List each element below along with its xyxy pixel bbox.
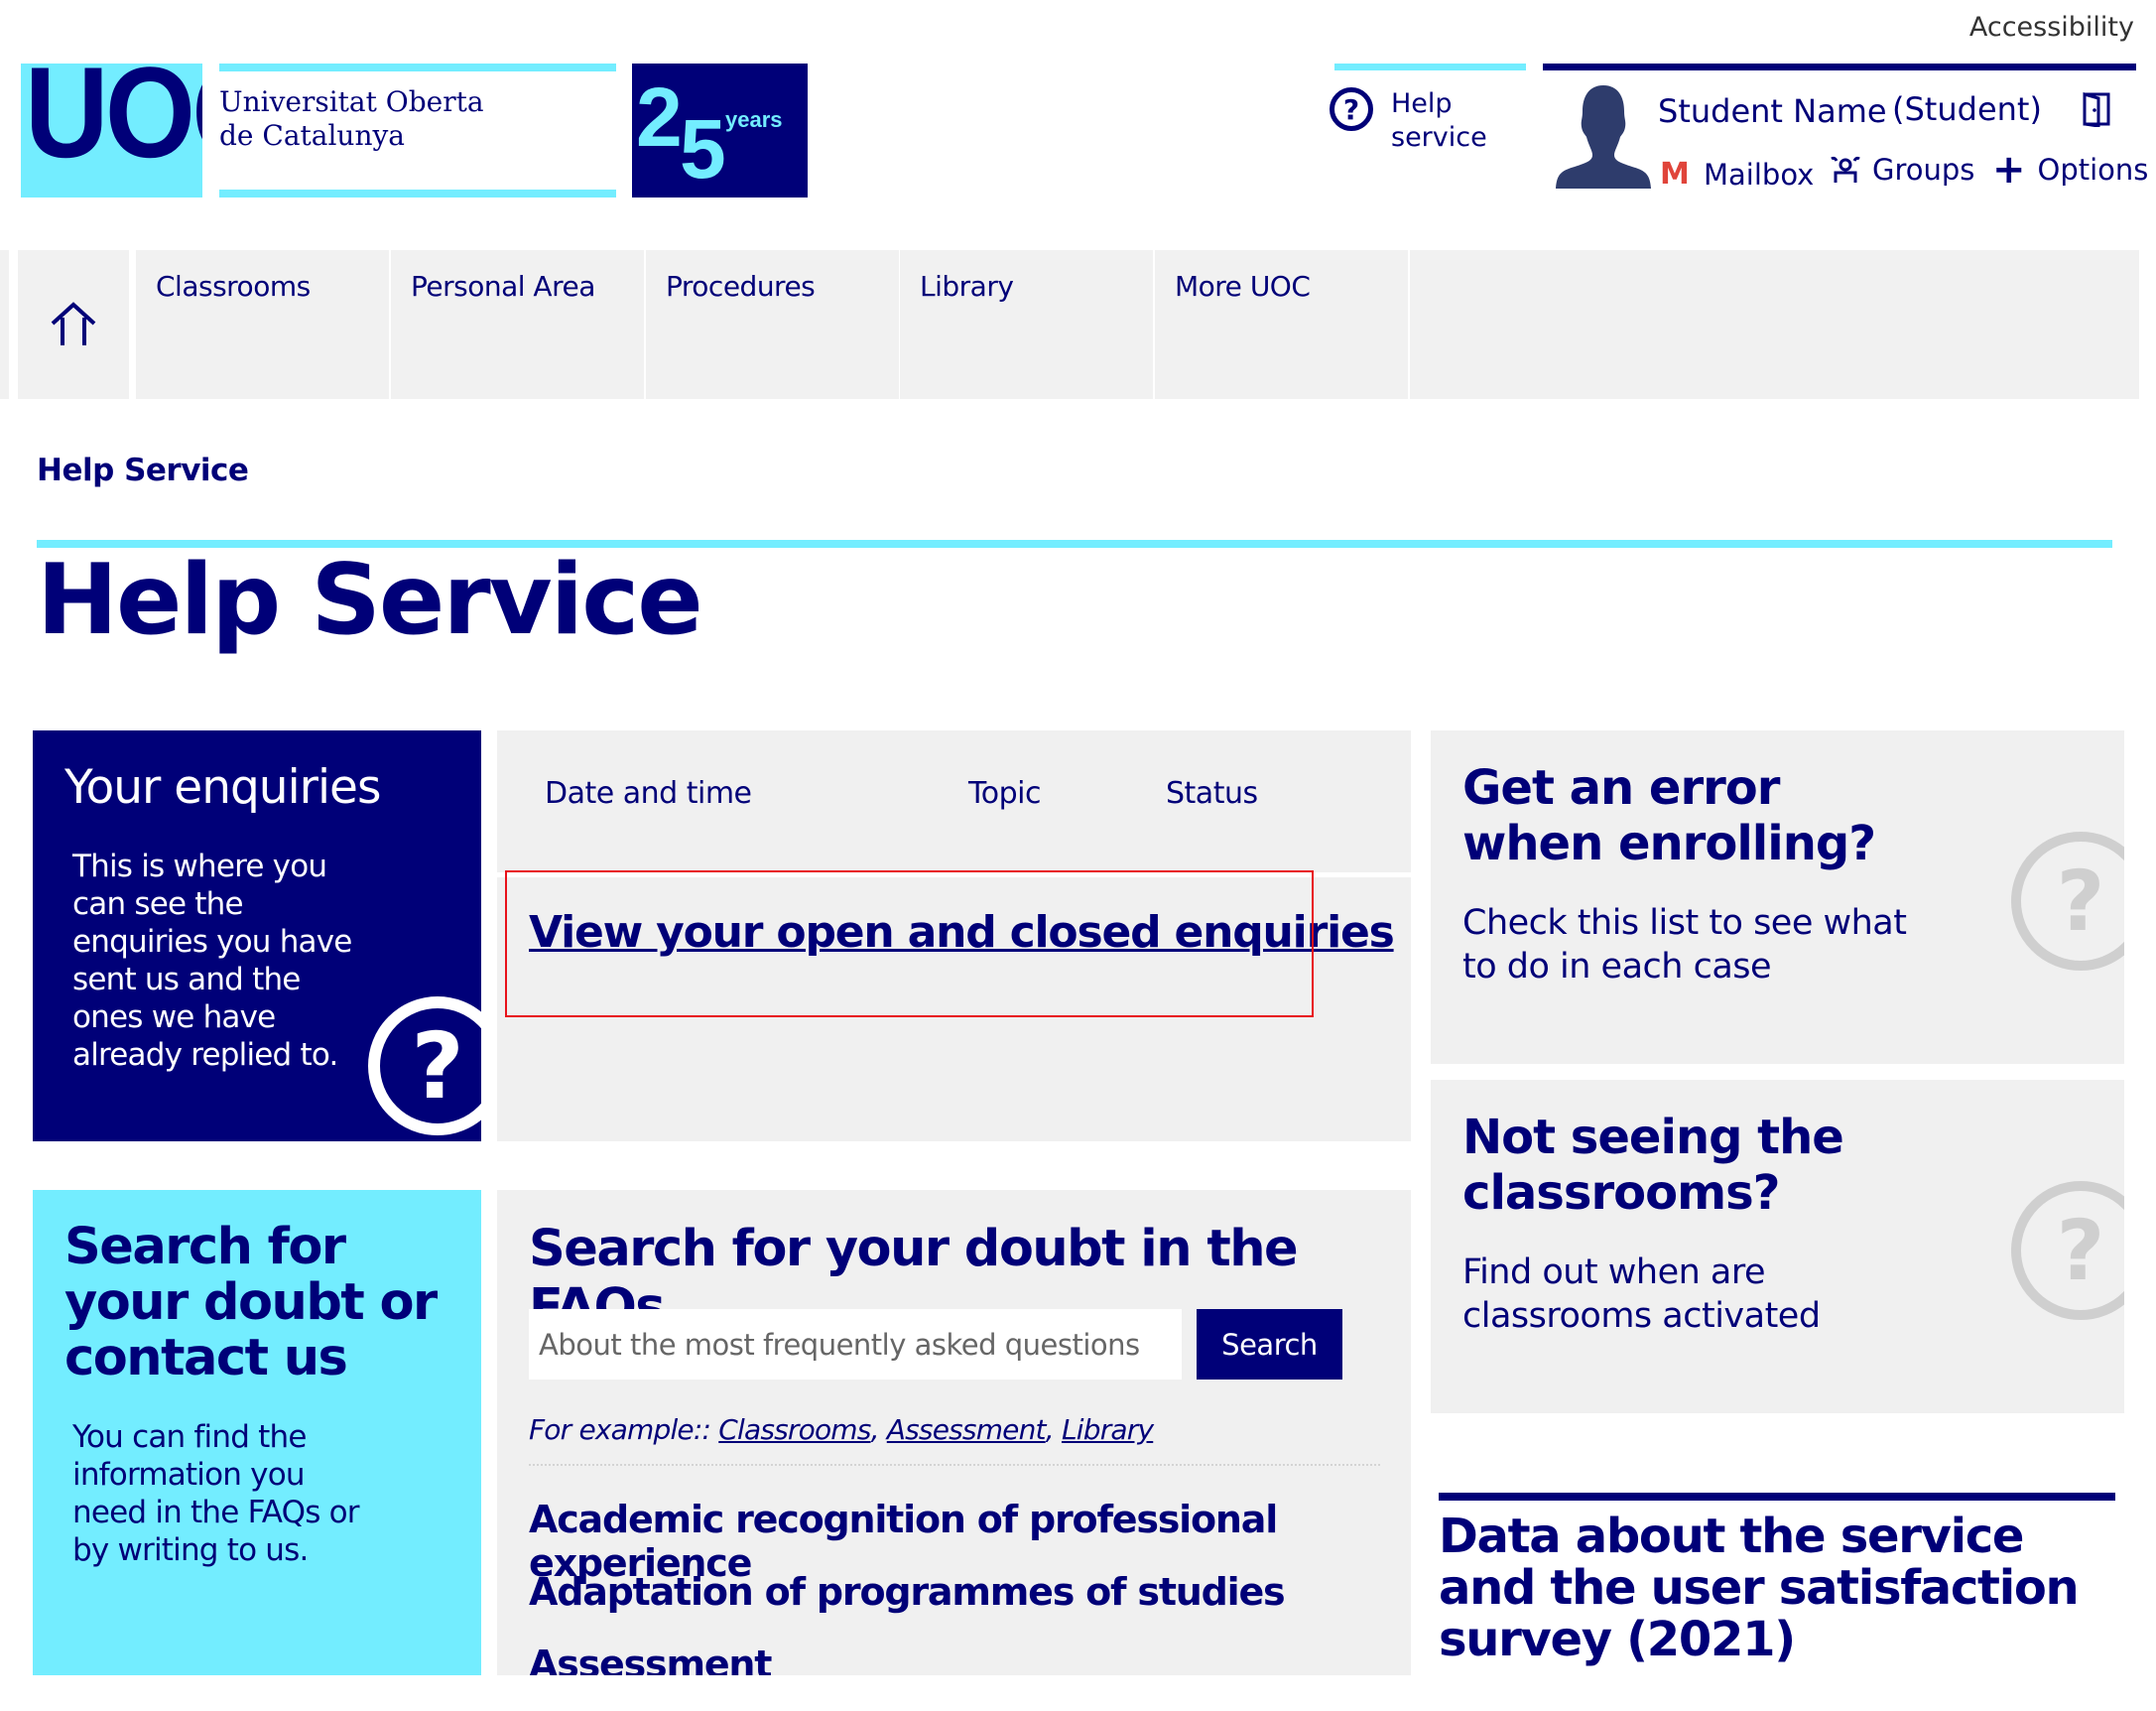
faq-topic-item[interactable]: Academic recognition of professional exp… [529, 1498, 1411, 1585]
faq-search-button[interactable]: Search [1197, 1309, 1342, 1380]
breadcrumb: Help Service [37, 453, 249, 488]
nav-item-more-uoc[interactable]: More UOC [1155, 250, 1408, 399]
student-name: Student Name [1658, 92, 1887, 130]
your-enquiries-description: This is where you can see the enquiries … [72, 849, 352, 1073]
groups-label: Groups [1872, 153, 1975, 187]
faq-search-panel: Search for your doubt in the FAQs Search… [497, 1190, 1411, 1675]
faq-example-classrooms[interactable]: Classrooms [718, 1413, 871, 1446]
home-icon [51, 302, 96, 345]
faq-topic-item[interactable]: Assessment [529, 1643, 1411, 1675]
faq-topic-item[interactable]: Adaptation of programmes of studies [529, 1570, 1411, 1643]
question-circle-icon: ? [1330, 87, 1373, 131]
faq-divider [529, 1464, 1380, 1466]
card-text-line2: to do in each case [1462, 947, 1772, 987]
groups-icon [1831, 156, 1860, 183]
university-name-line1: Universitat Oberta [219, 85, 484, 118]
nav-edge [0, 250, 9, 399]
contact-panel-title: Search for your doubt or contact us [64, 1218, 438, 1387]
logout-door-icon[interactable] [2082, 91, 2113, 127]
nav-home-button[interactable] [18, 250, 129, 399]
avatar[interactable] [1551, 81, 1656, 189]
classrooms-missing-card[interactable]: Not seeing the classrooms? Find out when… [1431, 1080, 2124, 1413]
question-circle-icon: ? [368, 996, 481, 1135]
groups-link[interactable]: Groups [1829, 153, 1974, 187]
nav-item-procedures[interactable]: Procedures [646, 250, 899, 399]
university-name-line2: de Catalunya [219, 119, 405, 152]
anniversary-digit-2: 2 [636, 70, 683, 164]
page-title: Help Service [37, 544, 703, 657]
faq-search-input[interactable] [529, 1309, 1182, 1380]
question-circle-icon: ? [2011, 1181, 2124, 1320]
anniversary-digit-5: 5 [680, 102, 726, 196]
uoc-logo-text: UOC [25, 64, 202, 185]
mailbox-link[interactable]: M Mailbox [1660, 157, 1814, 192]
card-title-line2: when enrolling? [1462, 816, 1876, 871]
uoc-logo[interactable]: UOC [21, 64, 202, 197]
card-text-line1: Find out when are [1462, 1252, 1766, 1292]
card-title-line1: Not seeing the [1462, 1110, 1844, 1165]
help-service-accent-bar [1334, 64, 1526, 70]
help-service-label-line1: Help [1391, 88, 1453, 119]
survey-data-link[interactable]: Data about the service and the user sati… [1439, 1511, 2133, 1665]
accessibility-link[interactable]: Accessibility [1969, 12, 2134, 43]
help-service-link[interactable]: ? Help service [1330, 87, 1487, 155]
contact-panel: Search for your doubt or contact us You … [33, 1190, 481, 1675]
card-text-line1: Check this list to see what [1462, 903, 1907, 943]
anniversary-logo: 2 5 years [632, 64, 808, 197]
university-name-logo[interactable]: Universitat Oberta de Catalunya [219, 64, 616, 197]
faq-topic-list: Academic recognition of professional exp… [529, 1498, 1411, 1675]
nav-item-library[interactable]: Library [900, 250, 1153, 399]
faq-example-library[interactable]: Library [1062, 1413, 1154, 1446]
help-service-label: Help service [1391, 87, 1487, 155]
column-header-topic: Topic [968, 776, 1041, 811]
faq-examples: For example:: Classrooms, Assessment, Li… [529, 1413, 1154, 1446]
enquiries-table: Date and time Topic Status View your ope… [497, 730, 1411, 1141]
enrolment-error-card-title: Get an error when enrolling? [1462, 760, 1876, 871]
user-accent-bar [1543, 64, 2136, 70]
main-nav: Classrooms Personal Area Procedures Libr… [0, 250, 2156, 399]
your-enquiries-title: Your enquiries [64, 760, 381, 815]
enrolment-error-card-text: Check this list to see what to do in eac… [1462, 901, 1907, 988]
classrooms-missing-card-title: Not seeing the classrooms? [1462, 1110, 1844, 1221]
card-title-line1: Get an error [1462, 760, 1780, 816]
options-link[interactable]: + Options [1992, 147, 2149, 193]
help-service-label-line2: service [1391, 122, 1487, 153]
classrooms-missing-card-text: Find out when are classrooms activated [1462, 1250, 1821, 1338]
options-label: Options [2037, 153, 2149, 187]
column-header-date-time: Date and time [545, 776, 752, 811]
faq-examples-prefix: For example:: [529, 1413, 711, 1446]
student-role: (Student) [1892, 90, 2042, 128]
nav-item-classrooms[interactable]: Classrooms [136, 250, 389, 399]
your-enquiries-panel: Your enquiries This is where you can see… [33, 730, 481, 1141]
mail-icon: M [1660, 157, 1690, 192]
anniversary-years-label: years [725, 107, 783, 132]
faq-example-assessment[interactable]: Assessment [887, 1413, 1047, 1446]
card-text-line2: classrooms activated [1462, 1296, 1821, 1336]
mailbox-label: Mailbox [1704, 157, 1815, 192]
plus-icon: + [1992, 147, 2026, 193]
column-header-status: Status [1166, 776, 1258, 811]
enquiries-table-header: Date and time Topic Status [497, 730, 1411, 877]
card-title-line2: classrooms? [1462, 1165, 1780, 1221]
nav-filler [1410, 250, 2139, 399]
contact-panel-description: You can find the information you need in… [72, 1419, 360, 1568]
enrolment-error-card[interactable]: Get an error when enrolling? Check this … [1431, 730, 2124, 1064]
question-circle-icon: ? [2011, 832, 2124, 971]
survey-accent-rule [1439, 1493, 2115, 1501]
nav-item-personal-area[interactable]: Personal Area [391, 250, 644, 399]
view-enquiries-link[interactable]: View your open and closed enquiries [529, 907, 1395, 958]
